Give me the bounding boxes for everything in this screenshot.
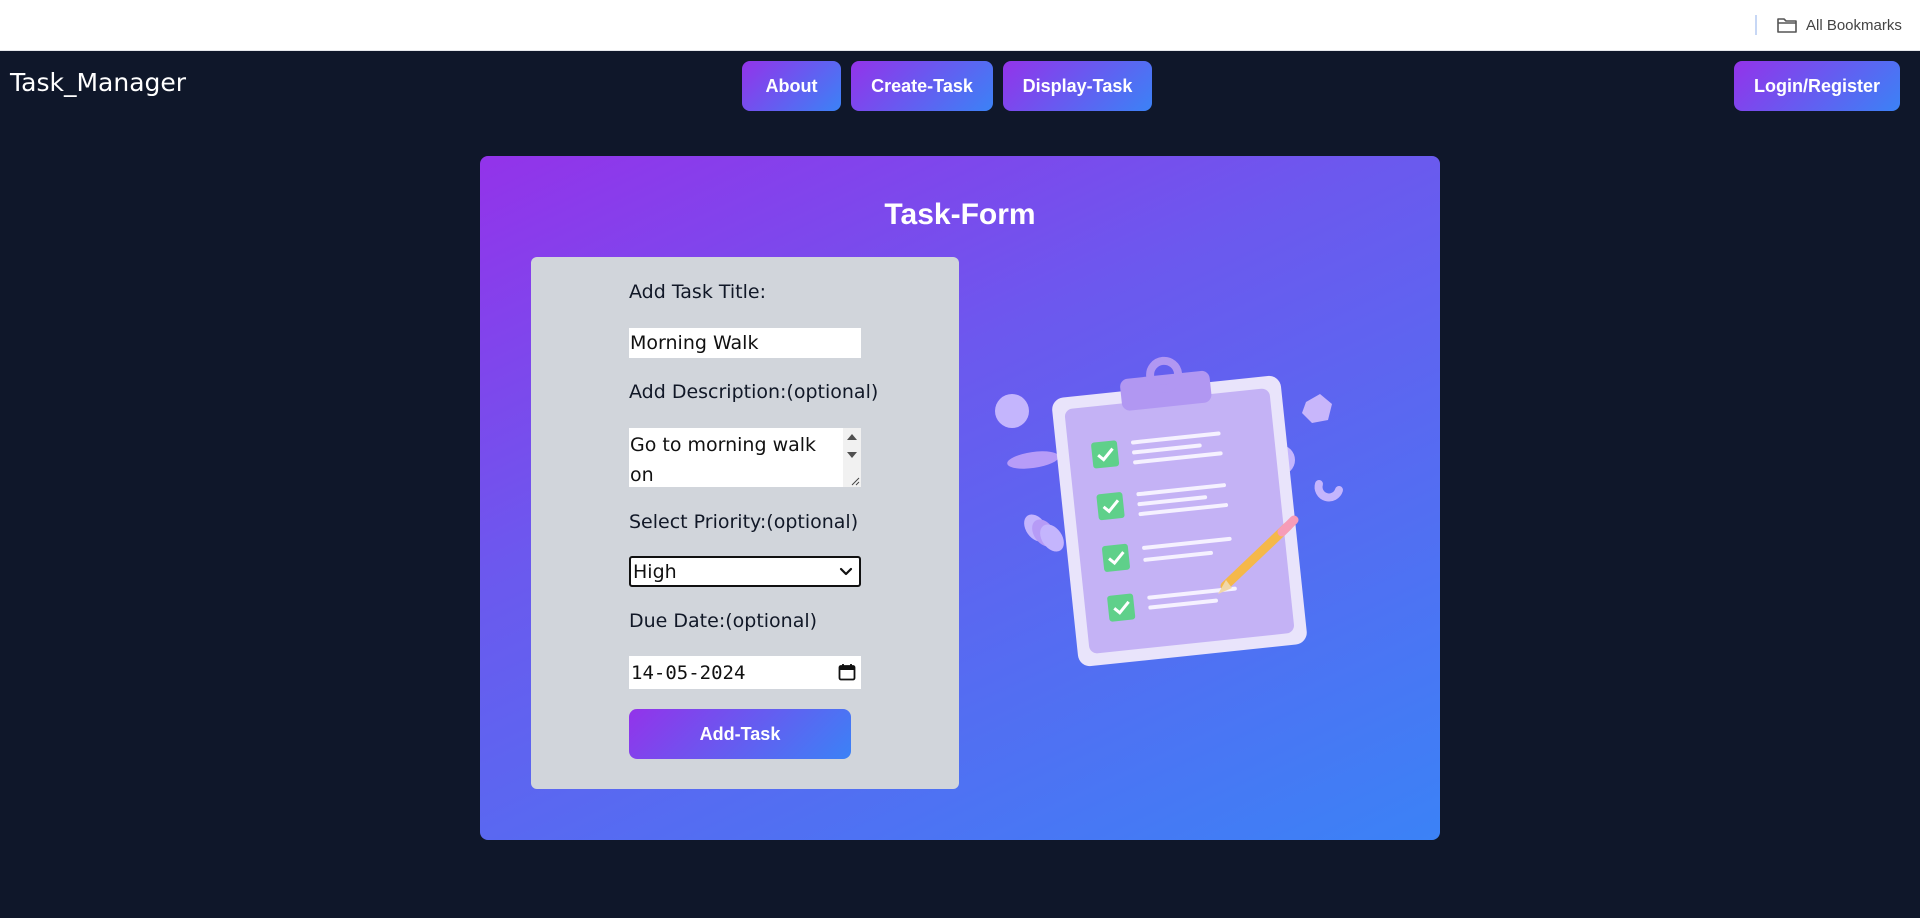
crescent-decoration [1314,480,1343,502]
gem-decoration [1302,394,1332,423]
priority-select[interactable]: High [629,556,861,587]
chevron-down-icon [839,567,853,576]
clipboard-checklist-illustration [995,356,1343,667]
sphere-decoration [995,394,1029,428]
all-bookmarks-label: All Bookmarks [1806,16,1902,34]
scroll-down-icon[interactable] [847,452,857,458]
description-label: Add Description:(optional) [629,381,879,403]
folder-icon [1777,18,1797,33]
due-date-input[interactable]: 14-05-2024 [629,656,861,689]
bookmarks-bar: All Bookmarks [0,0,1920,51]
spring-decoration [1024,514,1064,552]
resize-handle-icon[interactable] [850,476,860,486]
calendar-icon[interactable] [838,663,856,681]
due-date-value: 14-05-2024 [631,661,746,684]
priority-label: Select Priority:(optional) [629,511,859,533]
brand-logo[interactable]: Task_Manager [10,68,186,97]
ring-decoration [1007,451,1059,469]
task-form-card: Task-Form Add Task Title: Add Descriptio… [480,156,1440,840]
nav-about-button[interactable]: About [742,61,841,111]
task-title-input[interactable] [629,328,861,358]
priority-selected-value: High [633,560,677,583]
form-panel: Add Task Title: Add Description:(optiona… [531,257,959,789]
bookmarks-divider [1755,15,1757,35]
due-date-label: Due Date:(optional) [629,610,818,632]
nav-display-task-button[interactable]: Display-Task [1003,61,1152,111]
description-text: Go to morning walk on 5:00 am to the nea… [630,434,817,486]
all-bookmarks-button[interactable]: All Bookmarks [1776,14,1902,36]
add-task-button[interactable]: Add-Task [629,709,851,759]
nav-create-task-button[interactable]: Create-Task [851,61,993,111]
scroll-up-icon[interactable] [847,434,857,440]
login-register-button[interactable]: Login/Register [1734,61,1900,111]
clipboard-body [1052,356,1307,667]
page-title: Task-Form [884,198,1036,231]
description-textarea[interactable]: Go to morning walk on 5:00 am to the nea… [629,428,861,487]
task-title-label: Add Task Title: [629,281,766,303]
